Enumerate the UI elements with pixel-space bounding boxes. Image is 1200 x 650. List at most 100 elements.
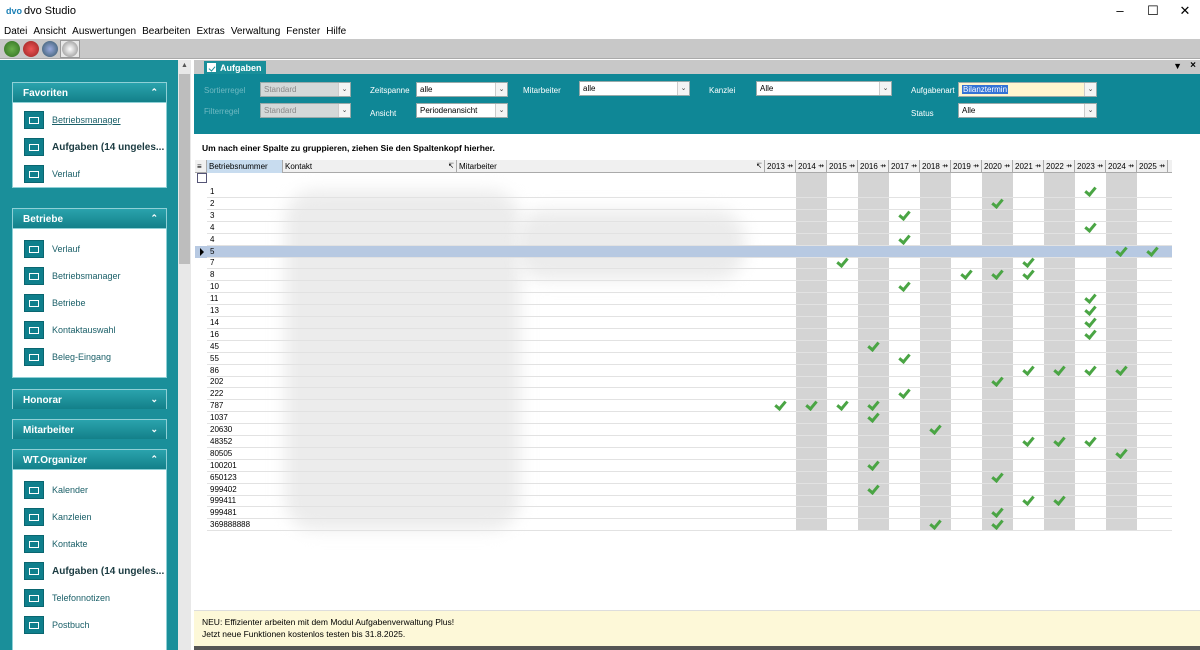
- checkmark-icon[interactable]: [1053, 494, 1067, 506]
- mitarbeiter-dropdown[interactable]: alle ⌄: [579, 81, 690, 96]
- table-row[interactable]: 16: [195, 329, 1172, 341]
- sidebar-scroll-thumb[interactable]: [179, 74, 190, 264]
- checkmark-icon[interactable]: [867, 459, 881, 471]
- pin-icon[interactable]: ↸: [756, 162, 762, 170]
- sidebar-item-aufgaben[interactable]: Aufgaben (14 ungeles...: [13, 557, 166, 584]
- table-row[interactable]: 787: [195, 399, 1172, 413]
- checkmark-icon[interactable]: [991, 471, 1005, 483]
- pin-icon[interactable]: ⇸: [1159, 162, 1165, 170]
- table-row[interactable]: 11: [195, 293, 1172, 306]
- column-header-year[interactable]: 2024 ⇸: [1106, 160, 1137, 173]
- checkmark-icon[interactable]: [1022, 268, 1036, 280]
- table-row[interactable]: 86: [195, 365, 1172, 377]
- checkmark-icon[interactable]: [1084, 328, 1098, 340]
- pin-icon[interactable]: ⇸: [1035, 162, 1041, 170]
- sidebar-item-betriebsmanager[interactable]: Betriebsmanager: [13, 262, 166, 289]
- column-header-year[interactable]: 2020 ⇸: [982, 160, 1013, 173]
- table-row[interactable]: 4: [195, 222, 1172, 234]
- dropdown-arrow-icon[interactable]: ▼: [1173, 61, 1182, 71]
- table-row[interactable]: 80505: [195, 448, 1172, 460]
- tab-aufgaben[interactable]: Aufgaben: [204, 61, 266, 75]
- column-header-year[interactable]: 2015 ⇸: [827, 160, 858, 173]
- column-header-kontakt[interactable]: Kontakt ↸: [283, 160, 457, 173]
- sidebar-item-telefonnotizen[interactable]: Telefonnotizen: [13, 584, 166, 611]
- checkmark-icon[interactable]: [929, 518, 943, 530]
- sidebar-item-kontakte[interactable]: Kontakte: [13, 530, 166, 557]
- pin-icon[interactable]: ⇸: [1128, 162, 1134, 170]
- table-row[interactable]: 999481: [195, 507, 1172, 520]
- checkmark-icon[interactable]: [1022, 364, 1036, 376]
- column-header-year[interactable]: 2022 ⇸: [1044, 160, 1075, 173]
- sidebar-item-aufgaben[interactable]: Aufgaben (14 ungeles...: [13, 133, 166, 160]
- filterregel-dropdown[interactable]: Standard ⌄: [260, 103, 351, 118]
- ansicht-dropdown[interactable]: Periodenansicht ⌄: [416, 103, 508, 118]
- column-header-year[interactable]: 2023 ⇸: [1075, 160, 1106, 173]
- checkmark-icon[interactable]: [867, 483, 881, 495]
- column-header-year[interactable]: 2014 ⇸: [796, 160, 827, 173]
- pin-icon[interactable]: ⇸: [911, 162, 917, 170]
- group-header-wt-organizer[interactable]: WT.Organizer ⌃: [12, 449, 167, 469]
- group-header-mitarbeiter[interactable]: Mitarbeiter ⌄: [12, 419, 167, 439]
- menu-ansicht[interactable]: Ansicht: [33, 26, 66, 37]
- checkmark-icon[interactable]: [805, 399, 819, 411]
- menu-auswertungen[interactable]: Auswertungen: [72, 26, 136, 37]
- checkmark-icon[interactable]: [1115, 364, 1129, 376]
- checkmark-icon[interactable]: [1022, 494, 1036, 506]
- sortierregel-dropdown[interactable]: Standard ⌄: [260, 82, 351, 97]
- menu-extras[interactable]: Extras: [196, 26, 224, 37]
- pin-icon[interactable]: ⇸: [942, 162, 948, 170]
- group-header-betriebe[interactable]: Betriebe ⌃: [12, 208, 167, 228]
- filter-row-icon[interactable]: [197, 173, 207, 183]
- table-row[interactable]: 10: [195, 280, 1172, 294]
- table-row[interactable]: 999411: [195, 494, 1172, 508]
- checkmark-icon[interactable]: [774, 399, 788, 411]
- menu-verwaltung[interactable]: Verwaltung: [231, 26, 280, 37]
- close-icon[interactable]: ✕: [1170, 2, 1200, 20]
- checkmark-icon[interactable]: [1146, 245, 1160, 257]
- table-row[interactable]: 4: [195, 234, 1172, 246]
- column-header-year[interactable]: 2018 ⇸: [920, 160, 951, 173]
- maximize-icon[interactable]: ☐: [1138, 2, 1168, 20]
- status-dropdown[interactable]: Alle ⌄: [958, 103, 1097, 118]
- table-row[interactable]: 45: [195, 341, 1172, 353]
- menu-bearbeiten[interactable]: Bearbeiten: [142, 26, 190, 37]
- checkmark-icon[interactable]: [898, 280, 912, 292]
- checkmark-icon[interactable]: [991, 375, 1005, 387]
- pin-icon[interactable]: ↸: [448, 162, 454, 170]
- close-tab-icon[interactable]: ×: [1190, 60, 1196, 71]
- pin-icon[interactable]: ⇸: [849, 162, 855, 170]
- pin-icon[interactable]: ⇸: [818, 162, 824, 170]
- group-header-honorar[interactable]: Honorar ⌄: [12, 389, 167, 409]
- pin-icon[interactable]: ⇸: [1066, 162, 1072, 170]
- aufgabenart-dropdown[interactable]: Bilanztermin ⌄: [958, 82, 1097, 97]
- grid-settings-icon[interactable]: ≡: [195, 160, 207, 173]
- sidebar-item-betriebsmanager[interactable]: Betriebsmanager: [13, 106, 166, 133]
- pin-icon[interactable]: ⇸: [1004, 162, 1010, 170]
- column-header-year[interactable]: 2017 ⇸: [889, 160, 920, 173]
- zeitspanne-dropdown[interactable]: alle ⌄: [416, 82, 508, 97]
- checkmark-icon[interactable]: [1084, 435, 1098, 447]
- sidebar-item-verlauf[interactable]: Verlauf: [13, 160, 166, 187]
- checkmark-icon[interactable]: [898, 233, 912, 245]
- column-header-year[interactable]: 2013 ⇸: [765, 160, 796, 173]
- toolbar-home-icon[interactable]: [4, 41, 20, 57]
- sidebar-item-kontaktauswahl[interactable]: Kontaktauswahl: [13, 316, 166, 343]
- table-row[interactable]: 13: [195, 305, 1172, 317]
- menu-datei[interactable]: Datei: [4, 26, 27, 37]
- toolbar-refresh-icon[interactable]: [42, 41, 58, 57]
- scroll-pin-icon[interactable]: ▲: [179, 62, 190, 72]
- sidebar-item-kanzleien[interactable]: Kanzleien: [13, 503, 166, 530]
- checkmark-icon[interactable]: [898, 352, 912, 364]
- checkmark-icon[interactable]: [991, 197, 1005, 209]
- table-row[interactable]: 1037: [195, 412, 1172, 425]
- minimize-icon[interactable]: –: [1105, 2, 1135, 20]
- checkmark-icon[interactable]: [898, 209, 912, 221]
- sidebar-item-kalender[interactable]: Kalender: [13, 476, 166, 503]
- checkmark-icon[interactable]: [1022, 435, 1036, 447]
- table-row[interactable]: 650123: [195, 472, 1172, 484]
- toolbar-stop-icon[interactable]: [23, 41, 39, 57]
- column-header-betriebsnummer[interactable]: Betriebsnummer: [207, 160, 283, 173]
- column-header-year[interactable]: 2025 ⇸: [1137, 160, 1168, 173]
- checkmark-icon[interactable]: [898, 387, 912, 399]
- checkmark-icon[interactable]: [1115, 245, 1129, 257]
